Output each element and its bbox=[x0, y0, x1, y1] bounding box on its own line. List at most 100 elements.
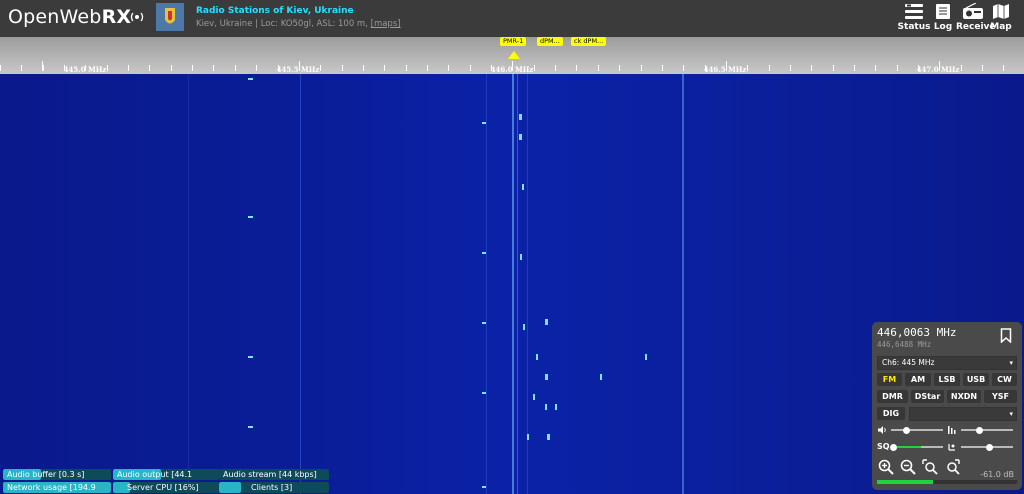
squelch-icon: SQ bbox=[877, 442, 890, 451]
audio-stream-bar: Audio stream [44 kbps] bbox=[219, 469, 329, 480]
signal-burst bbox=[536, 354, 538, 360]
top-bar: OpenWebRX Radio Stations of Kiev, Ukrain… bbox=[0, 0, 1024, 37]
signal-burst bbox=[520, 254, 522, 260]
minor-tick bbox=[149, 65, 150, 71]
scale-label: 447.0 MHz bbox=[916, 65, 960, 74]
log-button[interactable]: Log bbox=[931, 3, 955, 35]
minor-tick bbox=[192, 65, 193, 71]
minor-tick bbox=[619, 65, 620, 71]
volume-slider[interactable] bbox=[891, 429, 943, 431]
map-button-label: Map bbox=[990, 22, 1012, 32]
chevron-down-icon: ▾ bbox=[1009, 410, 1013, 418]
noise-reduction-icon bbox=[948, 426, 956, 434]
profile-select[interactable]: Ch6: 445 MHz ▾ bbox=[877, 356, 1017, 370]
signal-trace bbox=[188, 74, 189, 494]
signal-burst bbox=[482, 252, 486, 254]
receiver-panel: 446,0063 MHz 446,6488 MHz Ch6: 445 MHz ▾ … bbox=[872, 322, 1022, 490]
station-avatar[interactable] bbox=[156, 3, 184, 31]
minor-tick bbox=[769, 65, 770, 71]
minor-tick bbox=[854, 65, 855, 71]
clients-bar: Clients [3] bbox=[219, 482, 329, 493]
signal-burst bbox=[482, 486, 486, 488]
minor-tick bbox=[427, 65, 428, 71]
minor-tick bbox=[1003, 65, 1004, 71]
zoom-full-icon[interactable] bbox=[922, 459, 938, 475]
scale-label: 446.0 MHz bbox=[490, 65, 534, 74]
signal-burst bbox=[545, 374, 548, 380]
mode-nxdn-button[interactable]: NXDN bbox=[947, 390, 981, 403]
receive-button[interactable]: Receive bbox=[956, 3, 996, 35]
signal-trace bbox=[682, 74, 684, 494]
minor-tick bbox=[790, 65, 791, 71]
signal-burst bbox=[248, 356, 253, 358]
location-text: Kiev, Ukraine | Loc: KO50gl, ASL: 100 m, bbox=[196, 19, 368, 29]
status-button[interactable]: Status bbox=[897, 3, 931, 35]
status-button-label: Status bbox=[897, 22, 931, 32]
signal-trace bbox=[486, 74, 487, 494]
minor-tick bbox=[21, 65, 22, 71]
clients-label: Clients [3] bbox=[251, 483, 293, 492]
mode-dmr-button[interactable]: DMR bbox=[877, 390, 908, 403]
zoom-to-tuned-icon[interactable] bbox=[944, 459, 960, 475]
signal-burst bbox=[482, 322, 486, 324]
noise-reduction-knob[interactable] bbox=[975, 426, 983, 434]
noise-reduction-slider[interactable] bbox=[961, 429, 1013, 431]
volume-slider-knob[interactable] bbox=[903, 426, 911, 434]
minor-tick bbox=[171, 65, 172, 71]
agc-icon bbox=[948, 444, 955, 451]
station-title: Radio Stations of Kiev, Ukraine bbox=[196, 6, 354, 16]
mode-dstar-button[interactable]: DStar bbox=[911, 390, 944, 403]
minor-tick bbox=[961, 65, 962, 71]
maps-link[interactable]: [maps] bbox=[371, 19, 401, 29]
network-usage-bar: Network usage [194.9 bbox=[3, 482, 111, 493]
mode-dig-button[interactable]: DIG bbox=[877, 407, 905, 420]
signal-burst bbox=[527, 434, 529, 440]
minor-tick bbox=[683, 65, 684, 71]
frequency-display[interactable]: 446,0063 MHz bbox=[877, 326, 956, 339]
audio-output-bar: Audio output [44.1 bbox=[113, 469, 219, 480]
minor-tick bbox=[534, 65, 535, 71]
minor-tick bbox=[320, 65, 321, 71]
mode-am-button[interactable]: AM bbox=[905, 373, 931, 386]
mode-lsb-button[interactable]: LSB bbox=[934, 373, 960, 386]
mode-cw-button[interactable]: CW bbox=[992, 373, 1017, 386]
chevron-down-icon: ▾ bbox=[1009, 359, 1013, 367]
mode-ysf-button[interactable]: YSF bbox=[984, 390, 1017, 403]
bookmark-icon[interactable] bbox=[1000, 328, 1012, 343]
signal-trace bbox=[300, 74, 301, 494]
signal-burst bbox=[555, 404, 557, 410]
digital-mode-select[interactable]: ▾ bbox=[909, 407, 1017, 421]
secondary-frequency: 446,6488 MHz bbox=[877, 340, 932, 349]
map-button[interactable]: Map bbox=[989, 3, 1013, 35]
network-usage-label: Network usage [194.9 bbox=[7, 483, 96, 492]
zoom-in-icon[interactable] bbox=[878, 459, 894, 475]
minor-tick bbox=[342, 65, 343, 71]
waterfall-display[interactable] bbox=[0, 74, 1024, 494]
audio-stream-label: Audio stream [44 kbps] bbox=[223, 470, 317, 479]
bookmark-dpmr-2[interactable]: ck dPM... bbox=[571, 37, 607, 46]
signal-burst bbox=[545, 404, 547, 410]
signal-burst bbox=[523, 324, 525, 330]
minor-tick bbox=[128, 65, 129, 71]
mode-fm-button[interactable]: FM bbox=[877, 373, 902, 386]
agc-slider-knob[interactable] bbox=[986, 443, 994, 451]
zoom-out-icon[interactable] bbox=[900, 459, 916, 475]
frequency-scale[interactable]: PMR-1 dPM... ck dPM... 445.0 MHz 445.5 M… bbox=[0, 37, 1024, 74]
openwebrx-logo[interactable]: OpenWebRX bbox=[8, 6, 131, 28]
signal-trace bbox=[517, 74, 518, 494]
minor-tick bbox=[43, 65, 44, 71]
signal-trace bbox=[527, 74, 528, 494]
squelch-slider-knob[interactable] bbox=[890, 443, 898, 451]
signal-burst bbox=[600, 374, 602, 380]
server-cpu-label: Server CPU [16%] bbox=[127, 483, 199, 492]
s-meter-fill bbox=[877, 480, 933, 484]
minor-tick bbox=[448, 65, 449, 71]
minor-tick bbox=[470, 65, 471, 71]
bookmark-pmr1[interactable]: PMR-1 bbox=[500, 37, 527, 46]
volume-icon bbox=[878, 426, 886, 434]
bookmark-dpmr[interactable]: dPM... bbox=[537, 37, 563, 46]
minor-tick bbox=[0, 65, 1, 71]
mode-usb-button[interactable]: USB bbox=[963, 373, 989, 386]
minor-tick bbox=[555, 65, 556, 71]
tuning-marker[interactable] bbox=[508, 51, 520, 59]
